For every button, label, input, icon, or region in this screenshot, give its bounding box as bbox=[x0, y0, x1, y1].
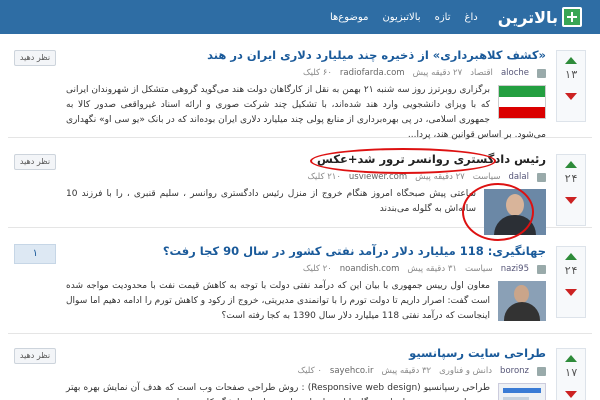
post-site: sayehco.ir bbox=[329, 366, 374, 376]
post-title[interactable]: طراحی سایت رسپانسیو bbox=[66, 346, 546, 360]
vote-count: ۱۷ bbox=[564, 366, 578, 379]
post-clicks: ۲۰ کلیک bbox=[302, 264, 332, 274]
logo-text: بالاترین bbox=[497, 7, 558, 27]
post-user[interactable]: aloche bbox=[501, 68, 529, 78]
upvote-arrow-icon[interactable] bbox=[565, 161, 577, 168]
post-item: ۲۴ جهانگیری: 118 میلیارد دلار درآمد نفتی… bbox=[8, 236, 592, 334]
post-time: ۳۱ دقیقه پیش bbox=[407, 264, 457, 274]
post-meta: boronz دانش و فناوری ۳۲ دقیقه پیش sayehc… bbox=[66, 366, 546, 376]
site-logo[interactable]: بالاترین bbox=[498, 7, 582, 27]
post-body-text: برگزاری روبرترز روز سه شنبه ۲۱ بهمن به ن… bbox=[66, 85, 546, 140]
post-title[interactable]: «کشف کلاهبرداری» از ذخیره چند میلیارد دل… bbox=[66, 48, 546, 62]
nav-new[interactable]: تازه bbox=[435, 12, 451, 23]
post-content: طراحی سایت رسپانسیو boronz دانش و فناوری… bbox=[66, 346, 546, 400]
comment-button[interactable]: نظر دهید bbox=[14, 154, 56, 170]
post-category[interactable]: دانش و فناوری bbox=[439, 366, 492, 376]
post-item: ۱۷ طراحی سایت رسپانسیو boronz دانش و فنا… bbox=[8, 338, 592, 400]
post-time: ۳۲ دقیقه پیش bbox=[381, 366, 432, 376]
user-avatar-icon bbox=[537, 68, 546, 78]
user-avatar-icon bbox=[537, 264, 546, 274]
upvote-arrow-icon[interactable] bbox=[565, 355, 577, 362]
post-category[interactable]: اقتصاد bbox=[470, 68, 493, 78]
post-body-text: طراحی رسپانسیو (Responsive web design) :… bbox=[66, 383, 490, 400]
post-site: radiofarda.com bbox=[339, 68, 405, 78]
post-title[interactable]: جهانگیری: 118 میلیارد دلار درآمد نفتی کش… bbox=[66, 244, 546, 258]
downvote-arrow-icon[interactable] bbox=[565, 93, 577, 100]
upvote-arrow-icon[interactable] bbox=[565, 253, 577, 260]
post-clicks: ۶۰ کلیک bbox=[303, 68, 332, 78]
vote-box: ۲۴ bbox=[556, 154, 586, 226]
post-meta: dalal سیاست ۲۷ دقیقه پیش usviewer.com ۲۱… bbox=[66, 172, 546, 182]
vote-count: ۲۴ bbox=[564, 264, 578, 277]
person-photo-image bbox=[498, 281, 546, 321]
vote-box: ۱۷ bbox=[556, 348, 586, 400]
vote-count: ۱۳ bbox=[564, 68, 578, 81]
post-body-text: معاون اول رییس جمهوری با بیان این که درآ… bbox=[66, 281, 490, 321]
post-clicks: ۲۱۰ کلیک bbox=[307, 172, 341, 182]
nav-balatv[interactable]: بالاتبزیون bbox=[382, 12, 420, 23]
post-clicks: ۰ کلیک bbox=[297, 366, 322, 376]
vote-box: ۲۴ bbox=[556, 246, 586, 318]
comment-button[interactable]: نظر دهید bbox=[14, 50, 56, 66]
upvote-arrow-icon[interactable] bbox=[565, 57, 577, 64]
post-category[interactable]: سیاست bbox=[473, 172, 501, 182]
annotation-ring-title bbox=[310, 148, 496, 174]
post-body-text: ساعتی پیش صبحگاه امروز هنگام خروج از منز… bbox=[66, 189, 476, 214]
logo-plus-icon bbox=[562, 7, 582, 27]
downvote-arrow-icon[interactable] bbox=[565, 391, 577, 398]
post-body: معاون اول رییس جمهوری با بیان این که درآ… bbox=[66, 279, 546, 324]
post-user[interactable]: dalal bbox=[508, 172, 529, 182]
user-avatar-icon bbox=[537, 366, 546, 376]
post-body: طراحی رسپانسیو (Responsive web design) :… bbox=[66, 381, 546, 400]
post-category[interactable]: سیاست bbox=[465, 264, 493, 274]
downvote-arrow-icon[interactable] bbox=[565, 289, 577, 296]
post-item: ۱۳ «کشف کلاهبرداری» از ذخیره چند میلیارد… bbox=[8, 40, 592, 140]
post-user[interactable]: boronz bbox=[500, 366, 529, 376]
nav-topics[interactable]: موضوع‌ها bbox=[330, 12, 368, 23]
post-site: noandish.com bbox=[339, 264, 400, 274]
post-meta: aloche اقتصاد ۲۷ دقیقه پیش radiofarda.co… bbox=[66, 68, 546, 78]
post-meta: nazi95 سیاست ۳۱ دقیقه پیش noandish.com ۲… bbox=[66, 264, 546, 274]
vote-count: ۲۴ bbox=[564, 172, 578, 185]
downvote-arrow-icon[interactable] bbox=[565, 197, 577, 204]
nav-hot[interactable]: داغ bbox=[465, 12, 478, 23]
post-content: «کشف کلاهبرداری» از ذخیره چند میلیارد دل… bbox=[66, 48, 546, 143]
top-navigation-bar: بالاترین داغ تازه بالاتبزیون موضوع‌ها bbox=[0, 0, 600, 34]
comment-count-badge[interactable]: ۱ bbox=[14, 244, 56, 264]
user-avatar-icon bbox=[537, 172, 546, 182]
topbar-content: بالاترین داغ تازه بالاتبزیون موضوع‌ها bbox=[330, 0, 582, 34]
website-thumbnail-image bbox=[498, 383, 546, 400]
main-nav: داغ تازه بالاتبزیون موضوع‌ها bbox=[330, 12, 478, 23]
comment-button[interactable]: نظر دهید bbox=[14, 348, 56, 364]
post-time: ۲۷ دقیقه پیش bbox=[412, 68, 463, 78]
post-body: برگزاری روبرترز روز سه شنبه ۲۱ بهمن به ن… bbox=[66, 83, 546, 143]
annotation-ring-photo bbox=[462, 183, 534, 241]
iran-flag-image bbox=[498, 85, 546, 119]
vote-box: ۱۳ bbox=[556, 50, 586, 122]
post-content: جهانگیری: 118 میلیارد دلار درآمد نفتی کش… bbox=[66, 244, 546, 324]
post-user[interactable]: nazi95 bbox=[501, 264, 529, 274]
